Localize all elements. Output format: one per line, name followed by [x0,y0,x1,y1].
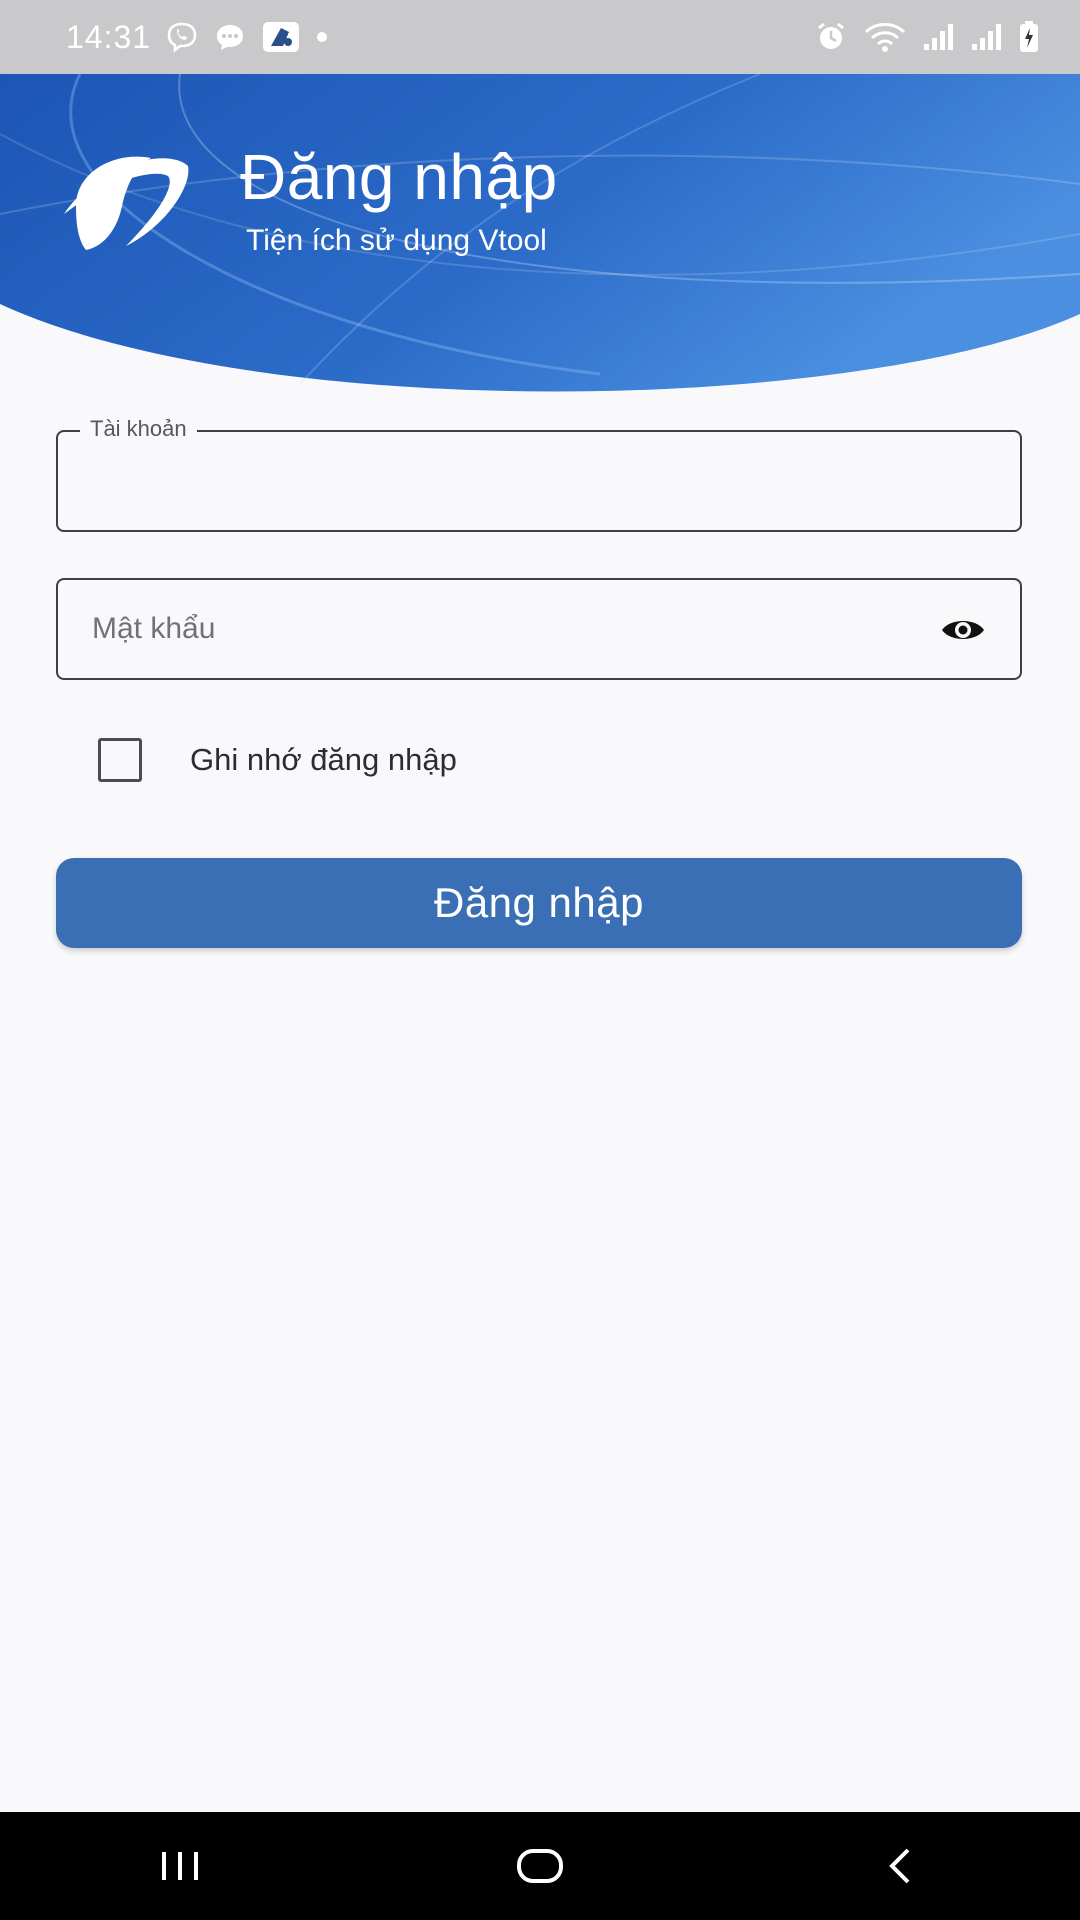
password-input[interactable] [58,580,1020,678]
navigation-bar [0,1812,1080,1920]
login-screen: 14:31 Đăng nhập Tiện ích sử dụng Vtool T… [0,0,1080,1920]
wifi-icon [862,20,908,54]
username-field: Tài khoản [56,416,1022,532]
status-time: 14:31 [66,18,152,55]
page-subtitle: Tiện ích sử dụng Vtool [246,224,547,257]
header-banner: Đăng nhập Tiện ích sử dụng Vtool [0,74,1080,404]
chat-bubble-icon [213,20,247,54]
status-left: 14:31 [66,19,329,56]
home-icon[interactable] [480,1826,600,1906]
login-button[interactable]: Đăng nhập [56,858,1022,948]
eye-icon[interactable] [940,612,986,648]
remember-label: Ghi nhớ đăng nhập [190,742,457,777]
signal-icon [922,22,956,52]
username-input[interactable] [58,432,1020,530]
alarm-icon [814,20,848,54]
app-notification-icon [261,20,301,54]
status-bar: 14:31 [0,0,1080,74]
password-field [56,578,1022,680]
remember-checkbox[interactable] [98,738,142,782]
battery-charging-icon [1018,20,1040,54]
vnpt-logo-icon [64,156,189,250]
dot-icon [315,30,329,44]
signal-icon [970,22,1004,52]
viber-icon [165,20,199,54]
page-title: Đăng nhập [240,141,558,213]
recent-apps-icon[interactable] [120,1826,240,1906]
status-right [814,20,1040,54]
back-icon[interactable] [840,1826,960,1906]
remember-login-row[interactable]: Ghi nhớ đăng nhập [98,738,457,782]
